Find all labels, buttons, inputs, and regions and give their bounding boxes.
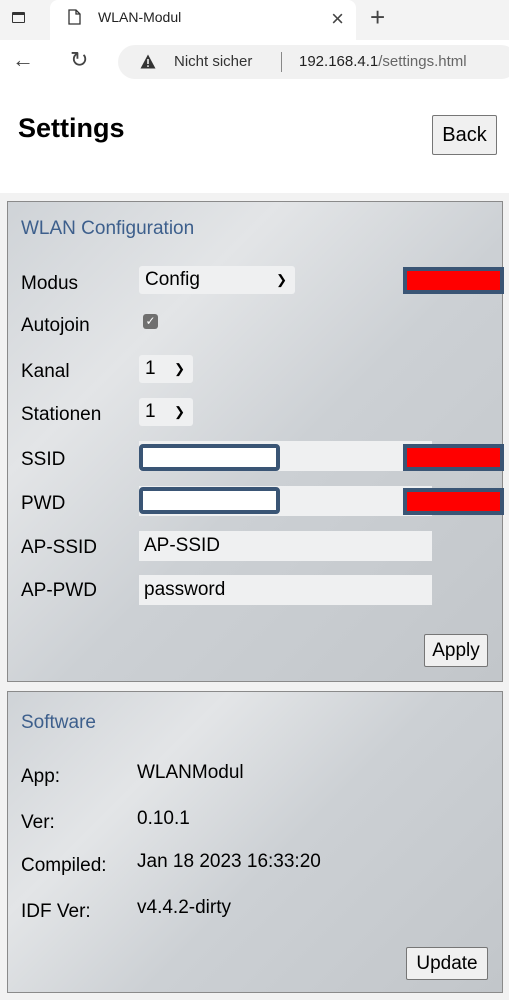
ap-pwd-value: password [144,579,226,600]
ssid-field-overlay[interactable] [139,444,280,471]
pwd-label: PWD [21,493,66,514]
software-legend: Software [21,712,96,733]
app-value: WLANModul [137,762,244,783]
url-text[interactable]: 192.168.4.1/settings.html [299,53,467,70]
modus-select[interactable]: Config ❯ [139,266,295,294]
security-label[interactable]: Nicht sicher [174,53,252,70]
ap-ssid-value: AP-SSID [144,535,221,556]
address-bar[interactable]: Nicht sicher 192.168.4.1/settings.html [118,45,509,79]
browser-tab-bar: WLAN-Modul × + [0,0,509,40]
address-separator [281,52,282,72]
modus-label: Modus [21,273,79,294]
ver-label: Ver: [21,812,55,833]
kanal-value: 1 [145,358,156,379]
ap-pwd-label: AP-PWD [21,580,97,601]
new-tab-button[interactable]: + [370,2,385,32]
back-button[interactable]: Back [432,115,497,155]
chevron-down-icon: ❯ [174,361,185,376]
ap-pwd-input[interactable]: password [139,575,432,605]
stationen-select[interactable]: 1 ❯ [139,398,193,426]
browser-nav-bar: ← ↻ Nicht sicher 192.168.4.1/settings.ht… [0,40,509,84]
chevron-down-icon: ❯ [276,272,287,287]
idf-ver-value: v4.4.2-dirty [137,897,231,918]
window-icon[interactable] [12,12,25,23]
kanal-label: Kanal [21,361,70,382]
chevron-down-icon: ❯ [174,404,185,419]
app-label: App: [21,766,61,787]
ssid-label: SSID [21,449,66,470]
autojoin-checkbox[interactable]: ✓ [143,314,158,329]
url-host: 192.168.4.1 [299,53,379,70]
back-arrow-icon[interactable]: ← [12,45,34,75]
ap-ssid-input[interactable]: AP-SSID [139,531,432,561]
apply-button[interactable]: Apply [424,634,488,667]
redacted-block [403,444,504,471]
browser-tab[interactable]: WLAN-Modul × [50,0,356,40]
page-title: Settings [18,113,125,143]
reload-icon[interactable]: ↻ [70,45,88,75]
autojoin-label: Autojoin [21,315,90,336]
warning-icon[interactable] [140,54,156,69]
stationen-label: Stationen [21,404,102,425]
stationen-value: 1 [145,401,156,422]
software-panel: Software App: WLANModul Ver: 0.10.1 Comp… [7,691,503,993]
ver-value: 0.10.1 [137,808,190,829]
redacted-block [403,488,504,515]
tab-title: WLAN-Modul [98,9,182,25]
compiled-value: Jan 18 2023 16:33:20 [137,851,321,872]
pwd-field-overlay[interactable] [139,487,280,514]
update-button[interactable]: Update [406,947,488,980]
page-icon [68,9,81,25]
ap-ssid-label: AP-SSID [21,537,98,558]
kanal-select[interactable]: 1 ❯ [139,355,193,383]
wlan-config-legend: WLAN Configuration [21,218,195,239]
redacted-block [403,267,504,294]
compiled-label: Compiled: [21,855,107,876]
idf-ver-label: IDF Ver: [21,901,91,922]
modus-value: Config [145,269,200,290]
url-path: /settings.html [378,53,467,70]
wlan-config-panel: WLAN Configuration Modus Config ❯ Autojo… [7,201,504,682]
tab-close-button[interactable]: × [331,4,344,34]
